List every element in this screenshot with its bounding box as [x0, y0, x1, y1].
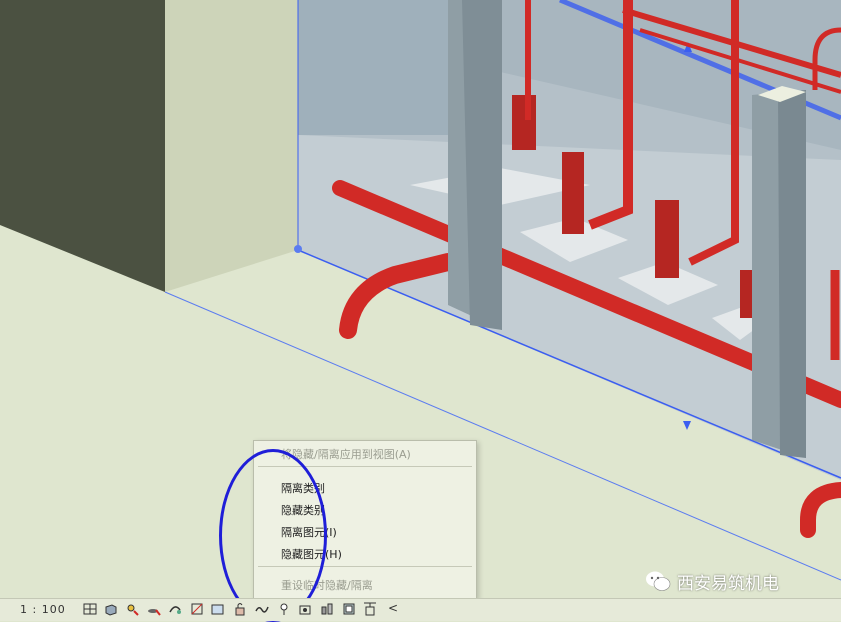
menu-isolate-category[interactable]: 隔离类别: [281, 480, 325, 496]
analysis-display-icon[interactable]: [341, 601, 357, 617]
watermark: 西安易筑机电: [645, 568, 779, 594]
shadows-off-icon[interactable]: [146, 601, 162, 617]
menu-separator: [258, 466, 472, 467]
menu-isolate-element[interactable]: 隔离图元(I): [281, 524, 337, 540]
wechat-icon: [646, 571, 671, 591]
expand-chevron[interactable]: <: [388, 601, 398, 615]
reveal-hidden-icon[interactable]: [276, 601, 292, 617]
sun-path-off-icon[interactable]: [124, 601, 140, 617]
concrete-column-face: [778, 90, 806, 458]
detail-level-icon[interactable]: [82, 601, 98, 617]
menu-hide-category[interactable]: 隐藏类别: [281, 502, 325, 518]
menu-hide-element[interactable]: 隐藏图元(H): [281, 546, 342, 562]
grip-point[interactable]: [294, 245, 302, 253]
view-control-bar: 1 : 100 <: [0, 598, 841, 621]
render-icon[interactable]: [167, 601, 183, 617]
watermark-text: 西安易筑机电: [677, 573, 779, 594]
pump: [562, 152, 584, 234]
pump: [512, 95, 536, 150]
pit-back-wall: [298, 0, 448, 135]
pump: [740, 270, 754, 318]
context-menu: 将隐藏/隔离应用到视图(A) 隔离类别 隐藏类别 隔离图元(I) 隐藏图元(H)…: [253, 440, 477, 599]
menu-reset-temporary-hide-isolate[interactable]: 重设临时隐藏/隔离: [281, 577, 373, 593]
unlock-3d-icon[interactable]: [232, 601, 248, 617]
show-crop-icon[interactable]: [210, 601, 226, 617]
worksharing-icon[interactable]: [319, 601, 335, 617]
menu-separator: [258, 566, 472, 567]
view-scale[interactable]: 1 : 100: [20, 603, 66, 616]
temporary-hide-isolate-icon[interactable]: [254, 601, 270, 617]
concrete-block-side: [165, 0, 298, 292]
crop-view-icon[interactable]: [189, 601, 205, 617]
visual-style-icon[interactable]: [103, 601, 119, 617]
pin-icon[interactable]: [297, 601, 313, 617]
pump: [655, 200, 679, 278]
menu-apply-hide-isolate-to-view[interactable]: 将隐藏/隔离应用到视图(A): [281, 446, 411, 462]
highlight-displacement-icon[interactable]: [362, 601, 378, 617]
